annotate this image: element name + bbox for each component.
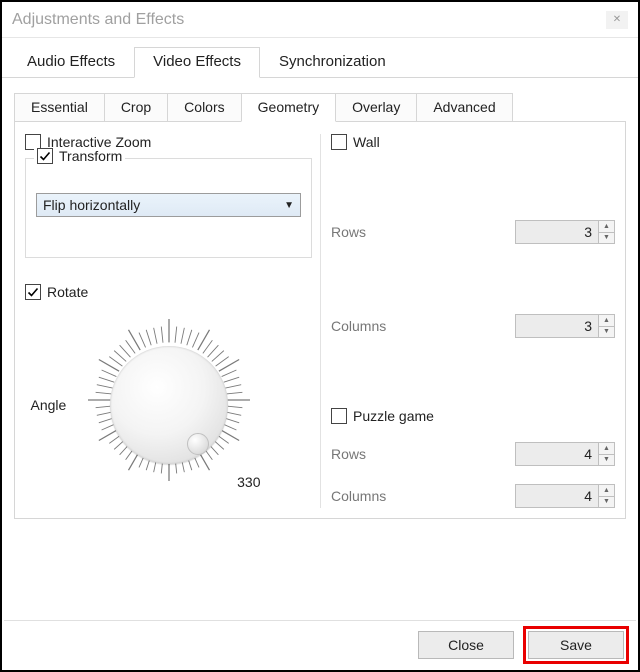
- wall-rows-label: Rows: [331, 224, 366, 240]
- puzzle-rows-spinner[interactable]: 4 ▲ ▼: [515, 442, 615, 466]
- checkmark-icon: [39, 150, 51, 162]
- wall-rows-row: Rows 3 ▲ ▼: [331, 220, 615, 244]
- tab-synchronization[interactable]: Synchronization: [260, 47, 405, 77]
- puzzle-rows-row: Rows 4 ▲ ▼: [331, 442, 615, 466]
- rotate-checkbox[interactable]: Rotate: [25, 284, 88, 300]
- transform-checkbox[interactable]: Transform: [37, 148, 122, 164]
- angle-value: 330: [237, 474, 260, 490]
- wall-cols-label: Columns: [331, 318, 386, 334]
- spinner-up-icon[interactable]: ▲: [599, 315, 614, 327]
- tab-essential[interactable]: Essential: [14, 93, 105, 121]
- transform-label: Transform: [59, 148, 122, 164]
- transform-group: Transform Flip horizontally ▼: [25, 158, 312, 258]
- tab-colors[interactable]: Colors: [167, 93, 241, 121]
- transform-mode-value: Flip horizontally: [43, 197, 140, 213]
- puzzle-cols-value: 4: [516, 485, 598, 507]
- puzzle-checkbox[interactable]: Puzzle game: [331, 408, 615, 424]
- save-button[interactable]: Save: [528, 631, 624, 659]
- dial-thumb: [187, 433, 209, 455]
- tab-overlay[interactable]: Overlay: [335, 93, 417, 121]
- transform-mode-select[interactable]: Flip horizontally ▼: [36, 193, 301, 217]
- spinner-buttons: ▲ ▼: [598, 315, 614, 337]
- checkbox-icon: [25, 284, 41, 300]
- spinner-up-icon[interactable]: ▲: [599, 221, 614, 233]
- angle-label: Angle: [31, 397, 67, 413]
- tab-audio-effects[interactable]: Audio Effects: [8, 47, 134, 77]
- spinner-down-icon[interactable]: ▼: [599, 233, 614, 244]
- wall-rows-value: 3: [516, 221, 598, 243]
- tab-advanced[interactable]: Advanced: [416, 93, 512, 121]
- wall-cols-row: Columns 3 ▲ ▼: [331, 314, 615, 338]
- main-tab-row: Audio Effects Video Effects Synchronizat…: [2, 38, 638, 78]
- wall-cols-value: 3: [516, 315, 598, 337]
- close-icon: ✕: [613, 2, 621, 38]
- tab-geometry[interactable]: Geometry: [241, 93, 336, 122]
- spinner-buttons: ▲ ▼: [598, 485, 614, 507]
- geometry-left-column: Interactive Zoom Transform Flip horizont…: [25, 134, 320, 508]
- puzzle-rows-label: Rows: [331, 446, 366, 462]
- spinner-down-icon[interactable]: ▼: [599, 455, 614, 466]
- spinner-down-icon[interactable]: ▼: [599, 497, 614, 508]
- puzzle-label: Puzzle game: [353, 408, 434, 424]
- spinner-buttons: ▲ ▼: [598, 443, 614, 465]
- title-bar: Adjustments and Effects ✕: [2, 2, 638, 38]
- close-button[interactable]: Close: [418, 631, 514, 659]
- spinner-down-icon[interactable]: ▼: [599, 327, 614, 338]
- dial-knob: [110, 346, 228, 464]
- window-title: Adjustments and Effects: [12, 2, 184, 38]
- sub-tab-row: Essential Crop Colors Geometry Overlay A…: [14, 88, 626, 122]
- puzzle-cols-label: Columns: [331, 488, 386, 504]
- window-close-button[interactable]: ✕: [606, 11, 628, 29]
- rotate-dial[interactable]: Angle 330: [79, 310, 259, 500]
- tab-video-effects[interactable]: Video Effects: [134, 47, 260, 78]
- checkbox-icon: [331, 134, 347, 150]
- puzzle-rows-value: 4: [516, 443, 598, 465]
- wall-rows-spinner[interactable]: 3 ▲ ▼: [515, 220, 615, 244]
- spinner-buttons: ▲ ▼: [598, 221, 614, 243]
- geometry-panel: Interactive Zoom Transform Flip horizont…: [14, 122, 626, 519]
- rotate-label: Rotate: [47, 284, 88, 300]
- wall-checkbox[interactable]: Wall: [331, 134, 615, 150]
- geometry-right-column: Wall Rows 3 ▲ ▼ Columns 3: [320, 134, 615, 508]
- chevron-down-icon: ▼: [284, 200, 294, 211]
- spinner-up-icon[interactable]: ▲: [599, 485, 614, 497]
- spinner-up-icon[interactable]: ▲: [599, 443, 614, 455]
- puzzle-cols-row: Columns 4 ▲ ▼: [331, 484, 615, 508]
- checkbox-icon: [37, 148, 53, 164]
- wall-label: Wall: [353, 134, 380, 150]
- puzzle-cols-spinner[interactable]: 4 ▲ ▼: [515, 484, 615, 508]
- dialog-footer: Close Save: [4, 620, 636, 668]
- content-area: Essential Crop Colors Geometry Overlay A…: [2, 78, 638, 519]
- tab-crop[interactable]: Crop: [104, 93, 168, 121]
- checkmark-icon: [27, 286, 39, 298]
- checkbox-icon: [331, 408, 347, 424]
- wall-cols-spinner[interactable]: 3 ▲ ▼: [515, 314, 615, 338]
